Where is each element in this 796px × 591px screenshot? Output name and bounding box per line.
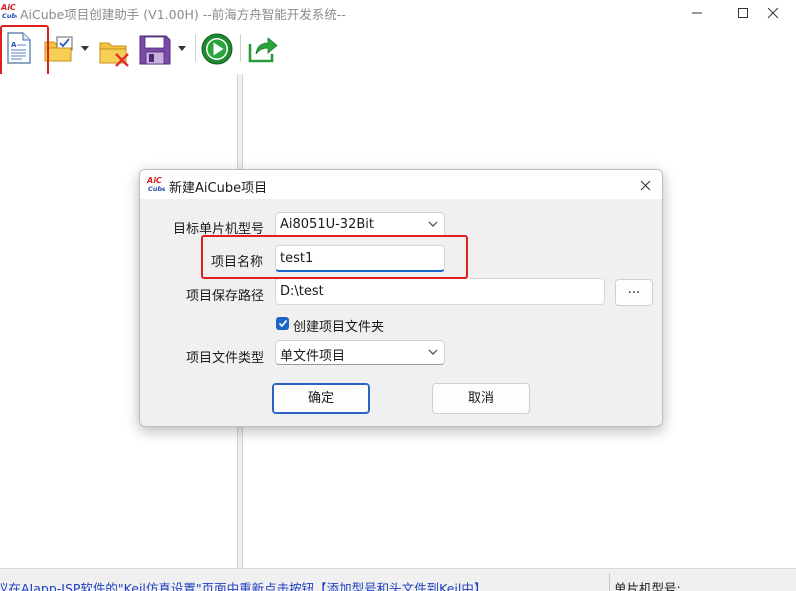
status-message: 议在AIapp-ISP软件的"Keil仿真设置"页面中重新点击按钮【添加型号和头… bbox=[0, 581, 487, 591]
window-title: AiCube项目创建助手 (V1.00H) --前海方舟智能开发系统-- bbox=[20, 7, 346, 22]
toolbar-separator bbox=[195, 34, 196, 62]
project-type-select[interactable]: 单文件项目 bbox=[275, 340, 445, 365]
save-project-icon[interactable] bbox=[139, 35, 171, 65]
ok-button[interactable]: 确定 bbox=[272, 383, 370, 414]
dialog-close-button[interactable] bbox=[634, 174, 656, 196]
aicube-logo-icon: AiC Cube bbox=[1, 3, 17, 20]
close-icon bbox=[640, 180, 650, 190]
close-project-icon[interactable] bbox=[99, 39, 131, 67]
checkmark-icon bbox=[278, 319, 287, 328]
project-path-value: D:\test bbox=[280, 284, 324, 299]
svg-text:Cube: Cube bbox=[148, 185, 165, 193]
project-path-input[interactable]: D:\test bbox=[275, 278, 605, 305]
mcu-label: 目标单片机型号 bbox=[173, 222, 265, 237]
mcu-select[interactable]: Ai8051U-32Bit bbox=[275, 212, 445, 237]
browse-button[interactable]: ... bbox=[615, 279, 653, 306]
status-bar: 议在AIapp-ISP软件的"Keil仿真设置"页面中重新点击按钮【添加型号和头… bbox=[0, 568, 796, 591]
chevron-down-icon bbox=[428, 349, 438, 355]
svg-text:A: A bbox=[11, 41, 17, 49]
minimize-button[interactable] bbox=[674, 0, 720, 26]
run-icon[interactable] bbox=[201, 33, 233, 65]
export-icon[interactable] bbox=[247, 34, 279, 64]
project-path-label: 项目保存路径 bbox=[186, 289, 265, 304]
close-window-button[interactable] bbox=[750, 0, 796, 26]
close-icon bbox=[767, 7, 779, 19]
new-project-icon[interactable]: A bbox=[7, 32, 31, 64]
toolbar-separator bbox=[240, 34, 241, 62]
svg-text:AiC: AiC bbox=[1, 3, 16, 12]
mcu-select-value: Ai8051U-32Bit bbox=[280, 217, 374, 232]
project-type-value: 单文件项目 bbox=[280, 349, 346, 364]
project-type-label: 项目文件类型 bbox=[186, 351, 265, 366]
toolbar: A bbox=[0, 26, 796, 74]
project-name-label: 项目名称 bbox=[211, 255, 264, 270]
chevron-down-icon bbox=[428, 221, 438, 227]
project-name-value: test1 bbox=[280, 251, 314, 266]
create-folder-label[interactable]: 创建项目文件夹 bbox=[293, 316, 384, 335]
create-folder-checkbox[interactable] bbox=[276, 317, 289, 330]
save-dropdown-chevron-down-icon[interactable] bbox=[178, 46, 186, 52]
open-project-icon[interactable] bbox=[44, 35, 76, 63]
cancel-button[interactable]: 取消 bbox=[432, 383, 530, 414]
svg-text:AiC: AiC bbox=[147, 176, 162, 185]
aicube-logo-icon: AiC Cube bbox=[147, 176, 165, 193]
minimize-icon bbox=[692, 12, 702, 14]
new-project-dialog: AiC Cube 新建AiCube项目 目标单片机型号 Ai8051U-32Bi… bbox=[139, 169, 663, 427]
project-name-input[interactable]: test1 bbox=[275, 245, 445, 272]
svg-text:Cube: Cube bbox=[2, 12, 17, 20]
open-dropdown-chevron-down-icon[interactable] bbox=[81, 46, 89, 52]
status-mcu-label: 单片机型号: bbox=[614, 581, 681, 591]
dialog-title: 新建AiCube项目 bbox=[169, 181, 268, 196]
title-bar: AiC Cube AiCube项目创建助手 (V1.00H) --前海方舟智能开… bbox=[0, 0, 796, 26]
dialog-title-bar: AiC Cube 新建AiCube项目 bbox=[140, 170, 662, 199]
status-divider bbox=[609, 573, 610, 591]
maximize-icon bbox=[738, 8, 748, 18]
